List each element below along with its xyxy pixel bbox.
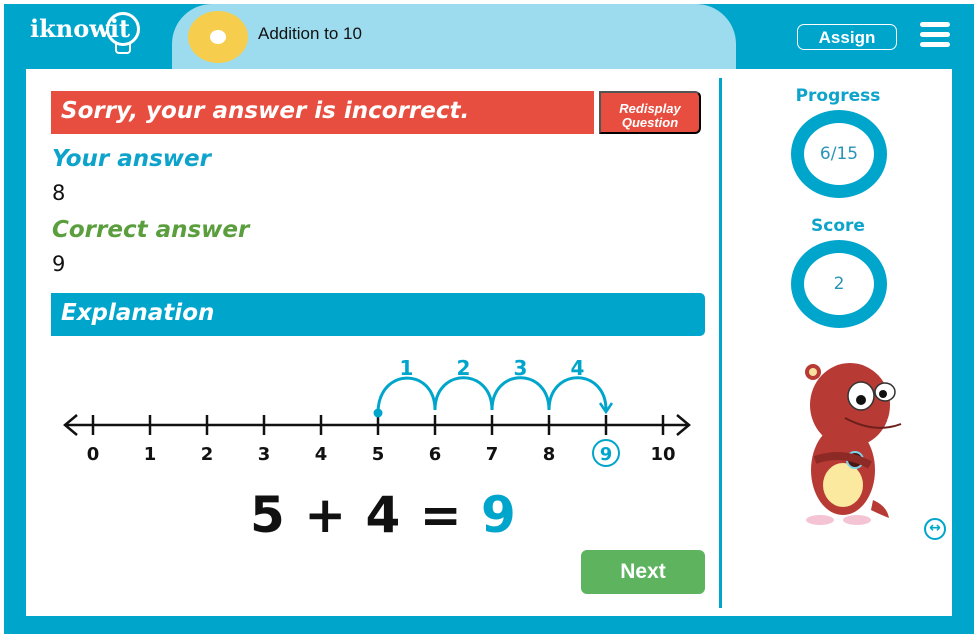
swap-arrows-icon[interactable]: ↔ [924,518,946,540]
tick-label-2: 2 [201,444,214,465]
equation-left: 5 + 4 = [250,486,463,544]
tick-label-3: 3 [258,444,271,465]
tick-label-9: 9 [600,444,613,465]
hop-arc-4 [547,376,608,411]
next-button[interactable]: Next [581,550,705,594]
hop-label-2: 2 [457,356,471,380]
topic-icon-dot [210,30,226,44]
correct-answer-value: 9 [52,252,66,276]
tick-label-0: 0 [87,444,100,465]
progress-value: 6/15 [819,144,859,164]
progress-ring: 6/15 [791,110,887,198]
hop-label-3: 3 [514,356,528,380]
redisplay-label-1: Redisplay [619,100,681,116]
header-title-pill [172,4,736,70]
monster-mascot [805,363,902,525]
equation-answer: 9 [481,486,517,544]
redisplay-question-button[interactable]: Redisplay Question [599,91,701,134]
hop-arc-2 [433,376,494,411]
tick-label-8: 8 [543,444,556,465]
explanation-header: Explanation [51,293,705,336]
incorrect-banner: Sorry, your answer is incorrect. [51,91,594,134]
hop-label-1: 1 [400,356,414,380]
tick-label-5: 5 [372,444,385,465]
your-answer-label: Your answer [52,146,211,172]
hop-arc-1 [376,376,437,414]
tick-label-6: 6 [429,444,442,465]
score-value: 2 [833,274,845,294]
tick-label-1: 1 [144,444,157,465]
your-answer-value: 8 [52,181,66,205]
number-line: 0 1 2 3 4 5 6 7 8 9 10 1 2 3 4 [63,356,691,467]
hop-arc-3 [490,376,551,411]
assign-button[interactable]: Assign [797,24,897,50]
hamburger-menu-icon[interactable] [920,22,950,48]
redisplay-label-2: Question [621,114,679,130]
equation: 5 + 4 = 9 [250,486,517,544]
tick-label-10: 10 [650,444,675,465]
lightbulb-base-icon [115,44,131,54]
hop-label-4: 4 [571,356,585,380]
tick-label-7: 7 [486,444,499,465]
correct-answer-label: Correct answer [52,217,250,243]
page-title: Addition to 10 [258,24,362,43]
panel-divider [719,78,722,608]
lightbulb-icon [106,12,140,46]
progress-label: Progress [795,86,881,106]
score-ring: 2 [791,240,887,328]
tick-label-4: 4 [315,444,328,465]
score-label: Score [811,216,865,236]
